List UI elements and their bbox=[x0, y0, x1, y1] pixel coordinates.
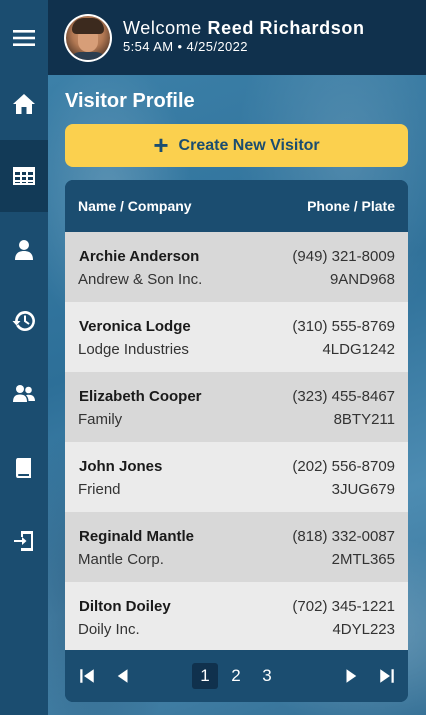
visitor-phone: (949) 321-8009 bbox=[292, 248, 395, 265]
book-icon bbox=[16, 458, 31, 478]
visitor-table: Name / Company Phone / Plate Archie Ande… bbox=[65, 180, 408, 702]
visitor-company: Lodge Industries bbox=[78, 341, 189, 358]
table-row[interactable]: John Jones Friend (202) 556-8709 3JUG679 bbox=[65, 442, 408, 512]
last-page-icon bbox=[380, 669, 394, 683]
sidebar bbox=[0, 0, 48, 715]
chevron-right-icon bbox=[346, 669, 357, 683]
table-row[interactable]: Elizabeth Cooper Family (323) 455-8467 8… bbox=[65, 372, 408, 442]
visitor-name: Reginald Mantle bbox=[79, 528, 195, 545]
visitor-plate: 4LDG1242 bbox=[322, 341, 395, 358]
visitor-plate: 9AND968 bbox=[329, 271, 395, 288]
first-page-button[interactable] bbox=[76, 664, 98, 688]
plus-icon: + bbox=[153, 129, 169, 160]
chevron-left-icon bbox=[117, 669, 128, 683]
visitor-plate: 4DYL223 bbox=[332, 621, 395, 638]
visitor-company: Mantle Corp. bbox=[78, 551, 164, 568]
visitor-name: Archie Anderson bbox=[79, 248, 200, 265]
person-icon bbox=[15, 240, 33, 260]
menu-button[interactable] bbox=[0, 2, 48, 74]
table-header: Name / Company Phone / Plate bbox=[65, 180, 408, 232]
visitor-name: Dilton Doiley bbox=[79, 598, 171, 615]
visitor-phone: (202) 556-8709 bbox=[292, 458, 395, 475]
visitor-name: John Jones bbox=[79, 458, 163, 475]
visitor-phone: (310) 555-8769 bbox=[292, 318, 395, 335]
history-icon bbox=[12, 311, 35, 331]
table-row[interactable]: Dilton Doiley Doily Inc. (702) 345-1221 … bbox=[65, 582, 408, 652]
sidebar-item-home[interactable] bbox=[0, 68, 48, 140]
avatar[interactable] bbox=[64, 14, 112, 62]
visitor-phone: (323) 455-8467 bbox=[292, 388, 395, 405]
sidebar-item-history[interactable] bbox=[0, 285, 48, 357]
previous-page-button[interactable] bbox=[112, 664, 134, 688]
last-page-button[interactable] bbox=[376, 664, 398, 688]
user-photo bbox=[66, 16, 110, 60]
visitor-name: Veronica Lodge bbox=[79, 318, 191, 335]
app-header: Welcome Reed Richardson 5:54 AM • 4/25/2… bbox=[48, 0, 426, 75]
page-1-button[interactable]: 1 bbox=[192, 663, 218, 689]
visitor-company: Family bbox=[78, 411, 123, 428]
home-icon bbox=[13, 94, 35, 114]
column-phone-plate[interactable]: Phone / Plate bbox=[307, 198, 395, 214]
first-page-icon bbox=[80, 669, 94, 683]
welcome-prefix: Welcome bbox=[123, 18, 202, 38]
sidebar-item-visitor-table[interactable] bbox=[0, 140, 48, 212]
sidebar-item-profile[interactable] bbox=[0, 214, 48, 286]
next-page-button[interactable] bbox=[340, 664, 362, 688]
sidebar-item-documents[interactable] bbox=[0, 432, 48, 504]
table-row[interactable]: Archie Anderson Andrew & Son Inc. (949) … bbox=[65, 232, 408, 302]
visitor-plate: 3JUG679 bbox=[331, 481, 395, 498]
create-new-visitor-button[interactable]: + Create New Visitor bbox=[65, 124, 408, 167]
page-title: Visitor Profile bbox=[65, 90, 195, 112]
page-2-button[interactable]: 2 bbox=[223, 663, 249, 689]
visitor-company: Andrew & Son Inc. bbox=[78, 271, 203, 288]
visitor-company: Friend bbox=[78, 481, 121, 498]
welcome-message: Welcome Reed Richardson bbox=[123, 18, 365, 39]
column-name-company[interactable]: Name / Company bbox=[78, 198, 192, 214]
hamburger-icon bbox=[13, 30, 35, 46]
create-button-label: Create New Visitor bbox=[178, 136, 320, 154]
pagination: 1 2 3 bbox=[65, 650, 408, 702]
logout-icon bbox=[14, 531, 33, 551]
visitor-phone: (702) 345-1221 bbox=[292, 598, 395, 615]
people-icon bbox=[13, 385, 35, 402]
visitor-name: Elizabeth Cooper bbox=[79, 388, 202, 405]
visitor-plate: 2MTL365 bbox=[331, 551, 395, 568]
visitor-phone: (818) 332-0087 bbox=[292, 528, 395, 545]
page-3-button[interactable]: 3 bbox=[254, 663, 280, 689]
sidebar-item-visitors[interactable] bbox=[0, 358, 48, 430]
visitor-company: Doily Inc. bbox=[78, 621, 140, 638]
table-icon bbox=[13, 167, 35, 185]
table-row[interactable]: Reginald Mantle Mantle Corp. (818) 332-0… bbox=[65, 512, 408, 582]
user-name: Reed Richardson bbox=[207, 18, 365, 38]
table-row[interactable]: Veronica Lodge Lodge Industries (310) 55… bbox=[65, 302, 408, 372]
sidebar-item-logout[interactable] bbox=[0, 505, 48, 577]
visitor-plate: 8BTY211 bbox=[333, 411, 395, 428]
current-datetime: 5:54 AM • 4/25/2022 bbox=[123, 39, 248, 54]
